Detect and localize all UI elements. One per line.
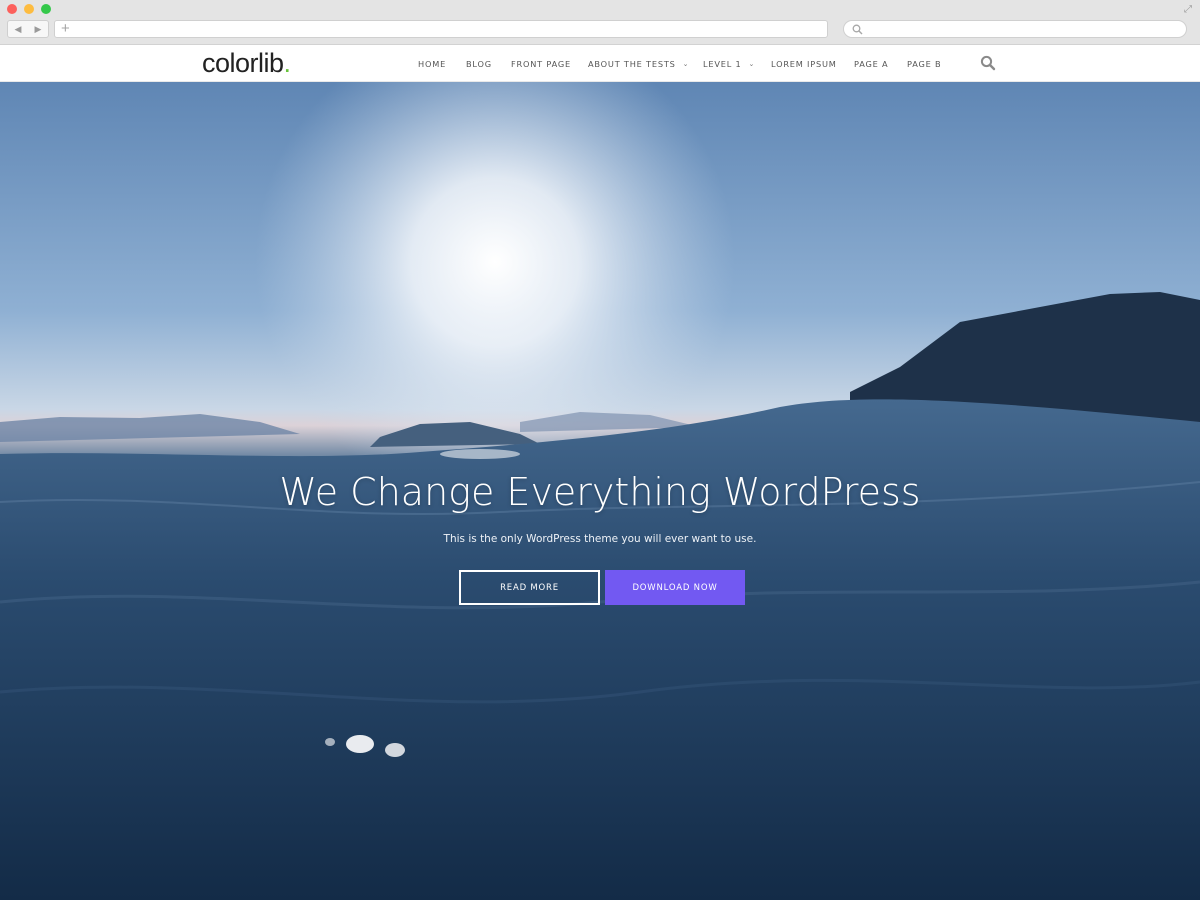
site-header: colorlib. Home Blog Front Page About The… [0, 45, 1200, 82]
maximize-window-button[interactable] [41, 4, 51, 14]
menu-item-page-a[interactable]: Page A [854, 59, 888, 69]
browser-search-input[interactable] [843, 20, 1187, 38]
read-more-button[interactable]: Read More [459, 570, 600, 605]
browser-chrome: ◀ ▶ + ⤢ [0, 0, 1200, 45]
address-bar[interactable]: + [54, 20, 828, 38]
hero-title: We Change Everything WordPress [279, 470, 921, 514]
fullscreen-icon[interactable]: ⤢ [1184, 4, 1192, 15]
hero-section: We Change Everything WordPress This is t… [0, 82, 1200, 900]
forward-button[interactable]: ▶ [35, 24, 42, 35]
hero-subtitle: This is the only WordPress theme you wil… [443, 533, 757, 545]
menu-item-page-b[interactable]: Page B [907, 59, 941, 69]
menu-item-about-the-tests[interactable]: About The Tests ⌄ [588, 59, 689, 69]
window-controls [7, 4, 51, 14]
menu-item-front-page[interactable]: Front Page [511, 59, 571, 69]
menu-item-home[interactable]: Home [418, 59, 446, 69]
search-icon[interactable] [980, 55, 996, 71]
logo-dot: . [283, 48, 292, 78]
back-button[interactable]: ◀ [15, 24, 22, 35]
menu-item-level-1[interactable]: Level 1 ⌄ [703, 59, 755, 69]
menu-item-about-label: About The Tests [588, 58, 676, 69]
minimize-window-button[interactable] [24, 4, 34, 14]
download-now-button[interactable]: Download Now [605, 570, 745, 605]
chevron-down-icon: ⌄ [682, 59, 690, 68]
history-nav: ◀ ▶ [7, 20, 49, 38]
close-window-button[interactable] [7, 4, 17, 14]
menu-item-level-label: Level 1 [703, 58, 742, 69]
search-icon [852, 24, 863, 35]
logo-text: colorlib [202, 48, 284, 78]
menu-item-blog[interactable]: Blog [466, 59, 492, 69]
chevron-down-icon: ⌄ [748, 59, 756, 68]
menu-item-lorem-ipsum[interactable]: Lorem Ipsum [771, 59, 837, 69]
new-tab-button[interactable]: + [61, 20, 70, 38]
site-logo[interactable]: colorlib. [202, 48, 291, 79]
